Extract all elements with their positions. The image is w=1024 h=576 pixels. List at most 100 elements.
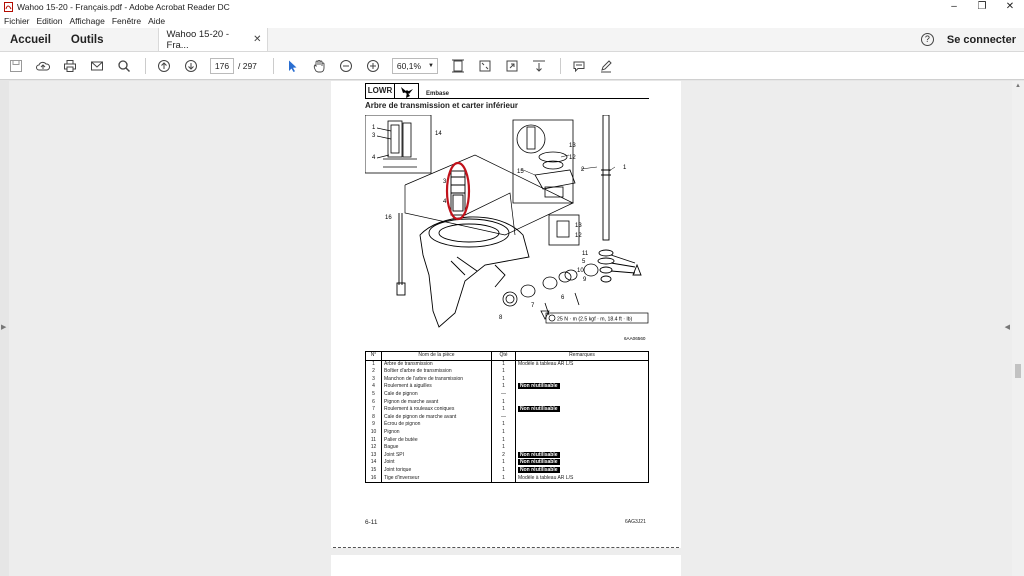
tab-home[interactable]: Accueil xyxy=(0,28,61,51)
part-remark-cell xyxy=(515,398,649,407)
next-pdf-page xyxy=(331,555,681,576)
zoom-in-icon[interactable] xyxy=(365,58,381,74)
tab-bar: Accueil Outils Wahoo 15-20 - Fra... ✕ ? … xyxy=(0,28,1024,52)
remark-text: Modèle à tableau AR L/S xyxy=(518,360,574,367)
hand-tool-icon[interactable] xyxy=(311,58,327,74)
part-number-cell: 14 xyxy=(365,459,382,467)
menu-window[interactable]: Fenêtre xyxy=(112,16,141,26)
email-icon[interactable] xyxy=(89,58,105,74)
callout-label: 2 xyxy=(581,167,585,173)
tab-document-label: Wahoo 15-20 - Fra... xyxy=(166,28,230,51)
upload-cloud-icon[interactable] xyxy=(35,58,51,74)
tab-tools[interactable]: Outils xyxy=(61,28,114,51)
print-icon[interactable] xyxy=(62,58,78,74)
part-name-cell: Manchon de l'arbre de transmission xyxy=(381,375,492,384)
figure-code: 6AA06560 xyxy=(624,336,646,341)
scroll-mode-icon[interactable] xyxy=(531,58,547,74)
menu-help[interactable]: Aide xyxy=(148,16,165,26)
part-number-cell: 3 xyxy=(365,375,382,384)
maximize-button[interactable]: ❐ xyxy=(968,0,996,14)
non-reusable-badge: Non réutilisable xyxy=(518,451,560,458)
minimize-button[interactable]: – xyxy=(940,0,968,14)
save-icon[interactable] xyxy=(8,58,24,74)
page-total: / 297 xyxy=(238,60,257,71)
callout-label: 5 xyxy=(582,259,586,265)
vertical-scrollbar[interactable] xyxy=(1012,81,1024,576)
expand-left-panel-icon[interactable]: ▶ xyxy=(1,323,6,331)
part-name-cell: Arbre de transmission xyxy=(381,360,492,369)
previous-page-icon[interactable] xyxy=(156,58,172,74)
part-name-cell: Joint torique xyxy=(381,466,492,475)
part-number-cell: 15 xyxy=(365,466,382,475)
part-remark-cell xyxy=(515,375,649,384)
document-code: 6AG3J21 xyxy=(625,519,646,525)
part-name-cell: Joint SPI xyxy=(381,451,492,460)
non-reusable-badge: Non réutilisable xyxy=(518,459,560,466)
non-reusable-badge: Non réutilisable xyxy=(518,383,560,390)
menu-view[interactable]: Affichage xyxy=(70,16,105,26)
toolbar-divider xyxy=(145,57,146,74)
chevron-down-icon: ▼ xyxy=(427,62,434,69)
callout-label: 13 xyxy=(575,223,582,229)
page-number-input[interactable]: 176 xyxy=(210,57,234,74)
table-row: 4 Roulement à aiguilles 1 Non réutilisable xyxy=(365,383,649,391)
non-reusable-badge: Non réutilisable xyxy=(518,466,560,473)
part-number-cell: 12 xyxy=(365,444,382,452)
lower-casing xyxy=(419,216,530,328)
search-icon[interactable] xyxy=(116,58,132,74)
toolbar-divider xyxy=(559,57,561,74)
callout-label: 12 xyxy=(569,155,576,161)
table-row: 15 Joint torique 1 Non réutilisable xyxy=(365,466,649,475)
fit-page-icon[interactable] xyxy=(477,58,493,74)
inset-top-left xyxy=(365,115,432,174)
help-icon[interactable]: ? xyxy=(920,33,934,46)
propeller-icon xyxy=(395,83,419,99)
expand-right-panel-icon[interactable]: ◀ xyxy=(1005,323,1010,331)
part-number-cell: 6 xyxy=(365,398,382,407)
zoom-select[interactable]: 60,1% ▼ xyxy=(391,57,438,74)
table-row: 7 Roulement à rouleaux coniques 1 Non réuti… xyxy=(365,406,649,414)
pen-sign-icon[interactable] xyxy=(598,58,614,74)
torque-spec: 25 N · m (2.5 kgf · m, 18.4 ft · lb) xyxy=(557,317,633,323)
part-remark-cell xyxy=(515,436,649,445)
part-name-cell: Roulement à rouleaux coniques xyxy=(381,406,492,414)
comment-icon[interactable] xyxy=(571,58,587,74)
part-qty-cell: 1 xyxy=(491,398,516,407)
part-remark-cell: Non réutilisable xyxy=(515,466,649,475)
zoom-out-icon[interactable] xyxy=(338,58,354,74)
toolbar: 176 / 297 60,1% ▼ xyxy=(0,52,1024,80)
close-window-button[interactable]: ✕ xyxy=(996,0,1024,14)
page-break-line xyxy=(333,547,679,548)
part-number-cell: 2 xyxy=(365,368,382,376)
part-qty-cell: 1 xyxy=(491,466,516,475)
part-qty-cell: 1 xyxy=(491,421,516,429)
part-number-cell: 8 xyxy=(365,413,382,422)
menu-file[interactable]: Fichier xyxy=(4,16,30,26)
section-name: Embase xyxy=(426,91,450,97)
menu-edit[interactable]: Edition xyxy=(37,16,63,26)
sign-in-link[interactable]: Se connecter xyxy=(947,34,1016,46)
scrollbar-thumb[interactable] xyxy=(1015,364,1021,378)
part-remark-cell xyxy=(515,413,649,422)
full-screen-icon[interactable] xyxy=(504,58,520,74)
part-name-cell: Pignon xyxy=(381,428,492,437)
part-remark-cell: Modèle à tableau AR L/S xyxy=(515,360,649,369)
part-qty-cell: 1 xyxy=(491,375,516,384)
part-name-cell: Tige d'inverseur xyxy=(381,474,492,484)
select-cursor-icon[interactable] xyxy=(284,58,300,74)
part-remark-cell xyxy=(515,444,649,452)
close-tab-icon[interactable]: ✕ xyxy=(253,34,261,45)
next-page-icon[interactable] xyxy=(183,58,199,74)
table-row: 9 Écrou de pignon 1 xyxy=(365,421,649,429)
page-view-icon[interactable] xyxy=(450,58,466,74)
tab-document[interactable]: Wahoo 15-20 - Fra... ✕ xyxy=(157,28,268,51)
callout-label: 11 xyxy=(582,251,589,257)
scroll-up-icon[interactable]: ▲ xyxy=(1015,83,1021,89)
document-viewer[interactable]: ▶ ▲ ◀ LOWR Embase Arbre de transmission … xyxy=(0,81,1024,576)
callout-label: 4 xyxy=(443,199,447,205)
needle-bearing xyxy=(450,170,466,216)
callout-label: 13 xyxy=(569,143,576,149)
pdf-app-icon xyxy=(4,2,13,12)
part-name-cell: Pignon de marche avant xyxy=(381,398,492,407)
callout-label: 16 xyxy=(385,215,392,221)
